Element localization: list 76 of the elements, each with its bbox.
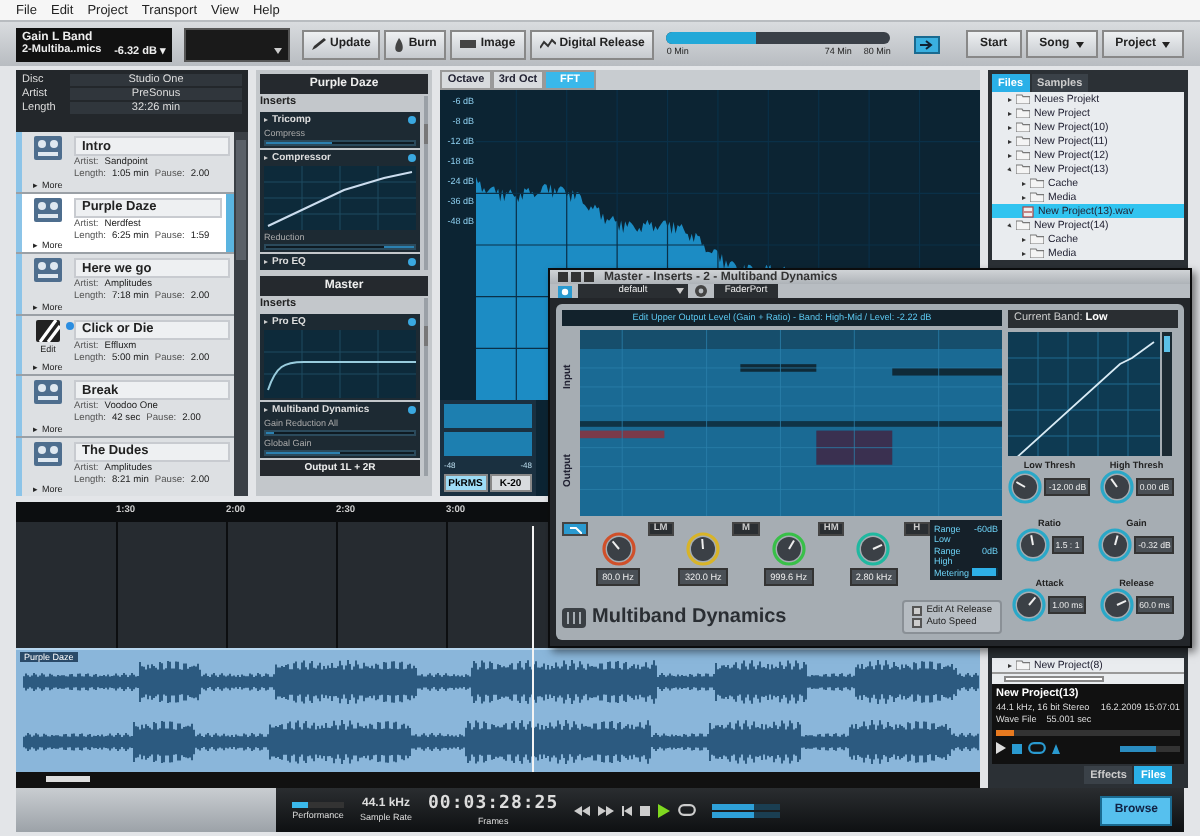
low-band-icon — [569, 525, 582, 533]
indicator-dot — [66, 321, 74, 329]
expand-arrow-icon[interactable] — [1008, 125, 1012, 129]
knob[interactable] — [1099, 470, 1134, 504]
parameter-slider[interactable] — [264, 450, 416, 456]
band-level-block — [740, 364, 817, 372]
knob[interactable] — [771, 532, 806, 566]
checkbox[interactable] — [912, 606, 923, 616]
expand-arrow-icon[interactable] — [1022, 237, 1026, 241]
knob[interactable] — [1099, 587, 1134, 622]
output-meter — [712, 803, 781, 817]
knob[interactable] — [601, 532, 635, 566]
knob[interactable] — [1008, 470, 1043, 504]
return-to-start-icon[interactable] — [622, 805, 633, 815]
volume-slider[interactable] — [1120, 745, 1180, 751]
flame-icon — [394, 37, 405, 51]
power-icon[interactable] — [408, 318, 416, 326]
expand-arrow-icon[interactable] — [1007, 222, 1013, 228]
parameter-slider[interactable] — [264, 140, 416, 146]
network-icon — [539, 38, 556, 50]
cd-stack-icon — [34, 136, 62, 160]
cd-stack-icon — [34, 258, 62, 282]
expand-arrow-icon[interactable] — [1008, 153, 1012, 157]
cd-stack-icon — [34, 380, 62, 404]
band-level-block — [580, 430, 665, 439]
gear-icon[interactable] — [694, 284, 708, 298]
power-icon[interactable] — [408, 258, 416, 266]
band-button[interactable] — [562, 522, 589, 536]
band-level-block — [816, 430, 893, 465]
fast-forward-icon[interactable] — [598, 805, 615, 815]
parameter-slider[interactable] — [264, 430, 416, 436]
power-icon[interactable] — [408, 406, 416, 414]
plugin-logo: Multiband Dynamics — [592, 606, 787, 628]
checkbox[interactable] — [912, 618, 923, 628]
arrow-icon — [920, 39, 935, 49]
power-icon[interactable] — [408, 116, 416, 124]
dropdown[interactable] — [184, 27, 290, 61]
expand-arrow-icon[interactable] — [1008, 663, 1012, 667]
rewind-icon[interactable] — [574, 805, 591, 815]
knob[interactable] — [1098, 528, 1133, 563]
play-icon[interactable] — [996, 742, 1006, 754]
expand-arrow-icon[interactable] — [1008, 139, 1012, 143]
power-icon[interactable] — [408, 154, 416, 162]
expand-arrow-icon[interactable] — [1008, 97, 1012, 101]
window-controls-icon[interactable] — [558, 272, 594, 282]
stop-icon[interactable] — [1012, 743, 1022, 753]
loop-icon[interactable] — [1028, 742, 1046, 754]
expand-arrow-icon[interactable] — [1008, 111, 1012, 115]
level-meter — [444, 432, 532, 456]
knob[interactable] — [686, 532, 721, 566]
power-icon[interactable] — [558, 285, 572, 297]
insert-button[interactable] — [914, 35, 941, 53]
stop-icon[interactable] — [640, 805, 651, 815]
expand-arrow-icon[interactable] — [1022, 181, 1026, 185]
audio-file-icon — [1022, 205, 1034, 217]
time-display: 00:03:28:25 — [428, 794, 559, 814]
logo-icon — [562, 607, 586, 627]
pencil-icon — [312, 38, 326, 50]
expand-arrow-icon[interactable] — [1007, 166, 1013, 172]
knob[interactable] — [1015, 528, 1050, 563]
scrollbar[interactable] — [234, 132, 248, 496]
horizontal-scrollbar[interactable] — [16, 772, 980, 788]
knob[interactable] — [856, 532, 891, 566]
play-icon[interactable] — [658, 803, 671, 817]
band-level-block — [892, 367, 1002, 376]
level-meter — [444, 404, 532, 428]
drive-icon — [460, 38, 477, 50]
striped-icon — [36, 319, 60, 341]
cd-stack-icon — [34, 197, 62, 221]
horizontal-scrollbar[interactable] — [992, 672, 1184, 684]
cd-stack-icon — [34, 441, 62, 465]
vertical-scrollbar[interactable] — [1162, 332, 1172, 456]
loop-icon[interactable] — [678, 804, 697, 816]
knob[interactable] — [1012, 587, 1047, 622]
expand-arrow-icon[interactable] — [1022, 251, 1026, 255]
expand-arrow-icon[interactable] — [1022, 195, 1026, 199]
